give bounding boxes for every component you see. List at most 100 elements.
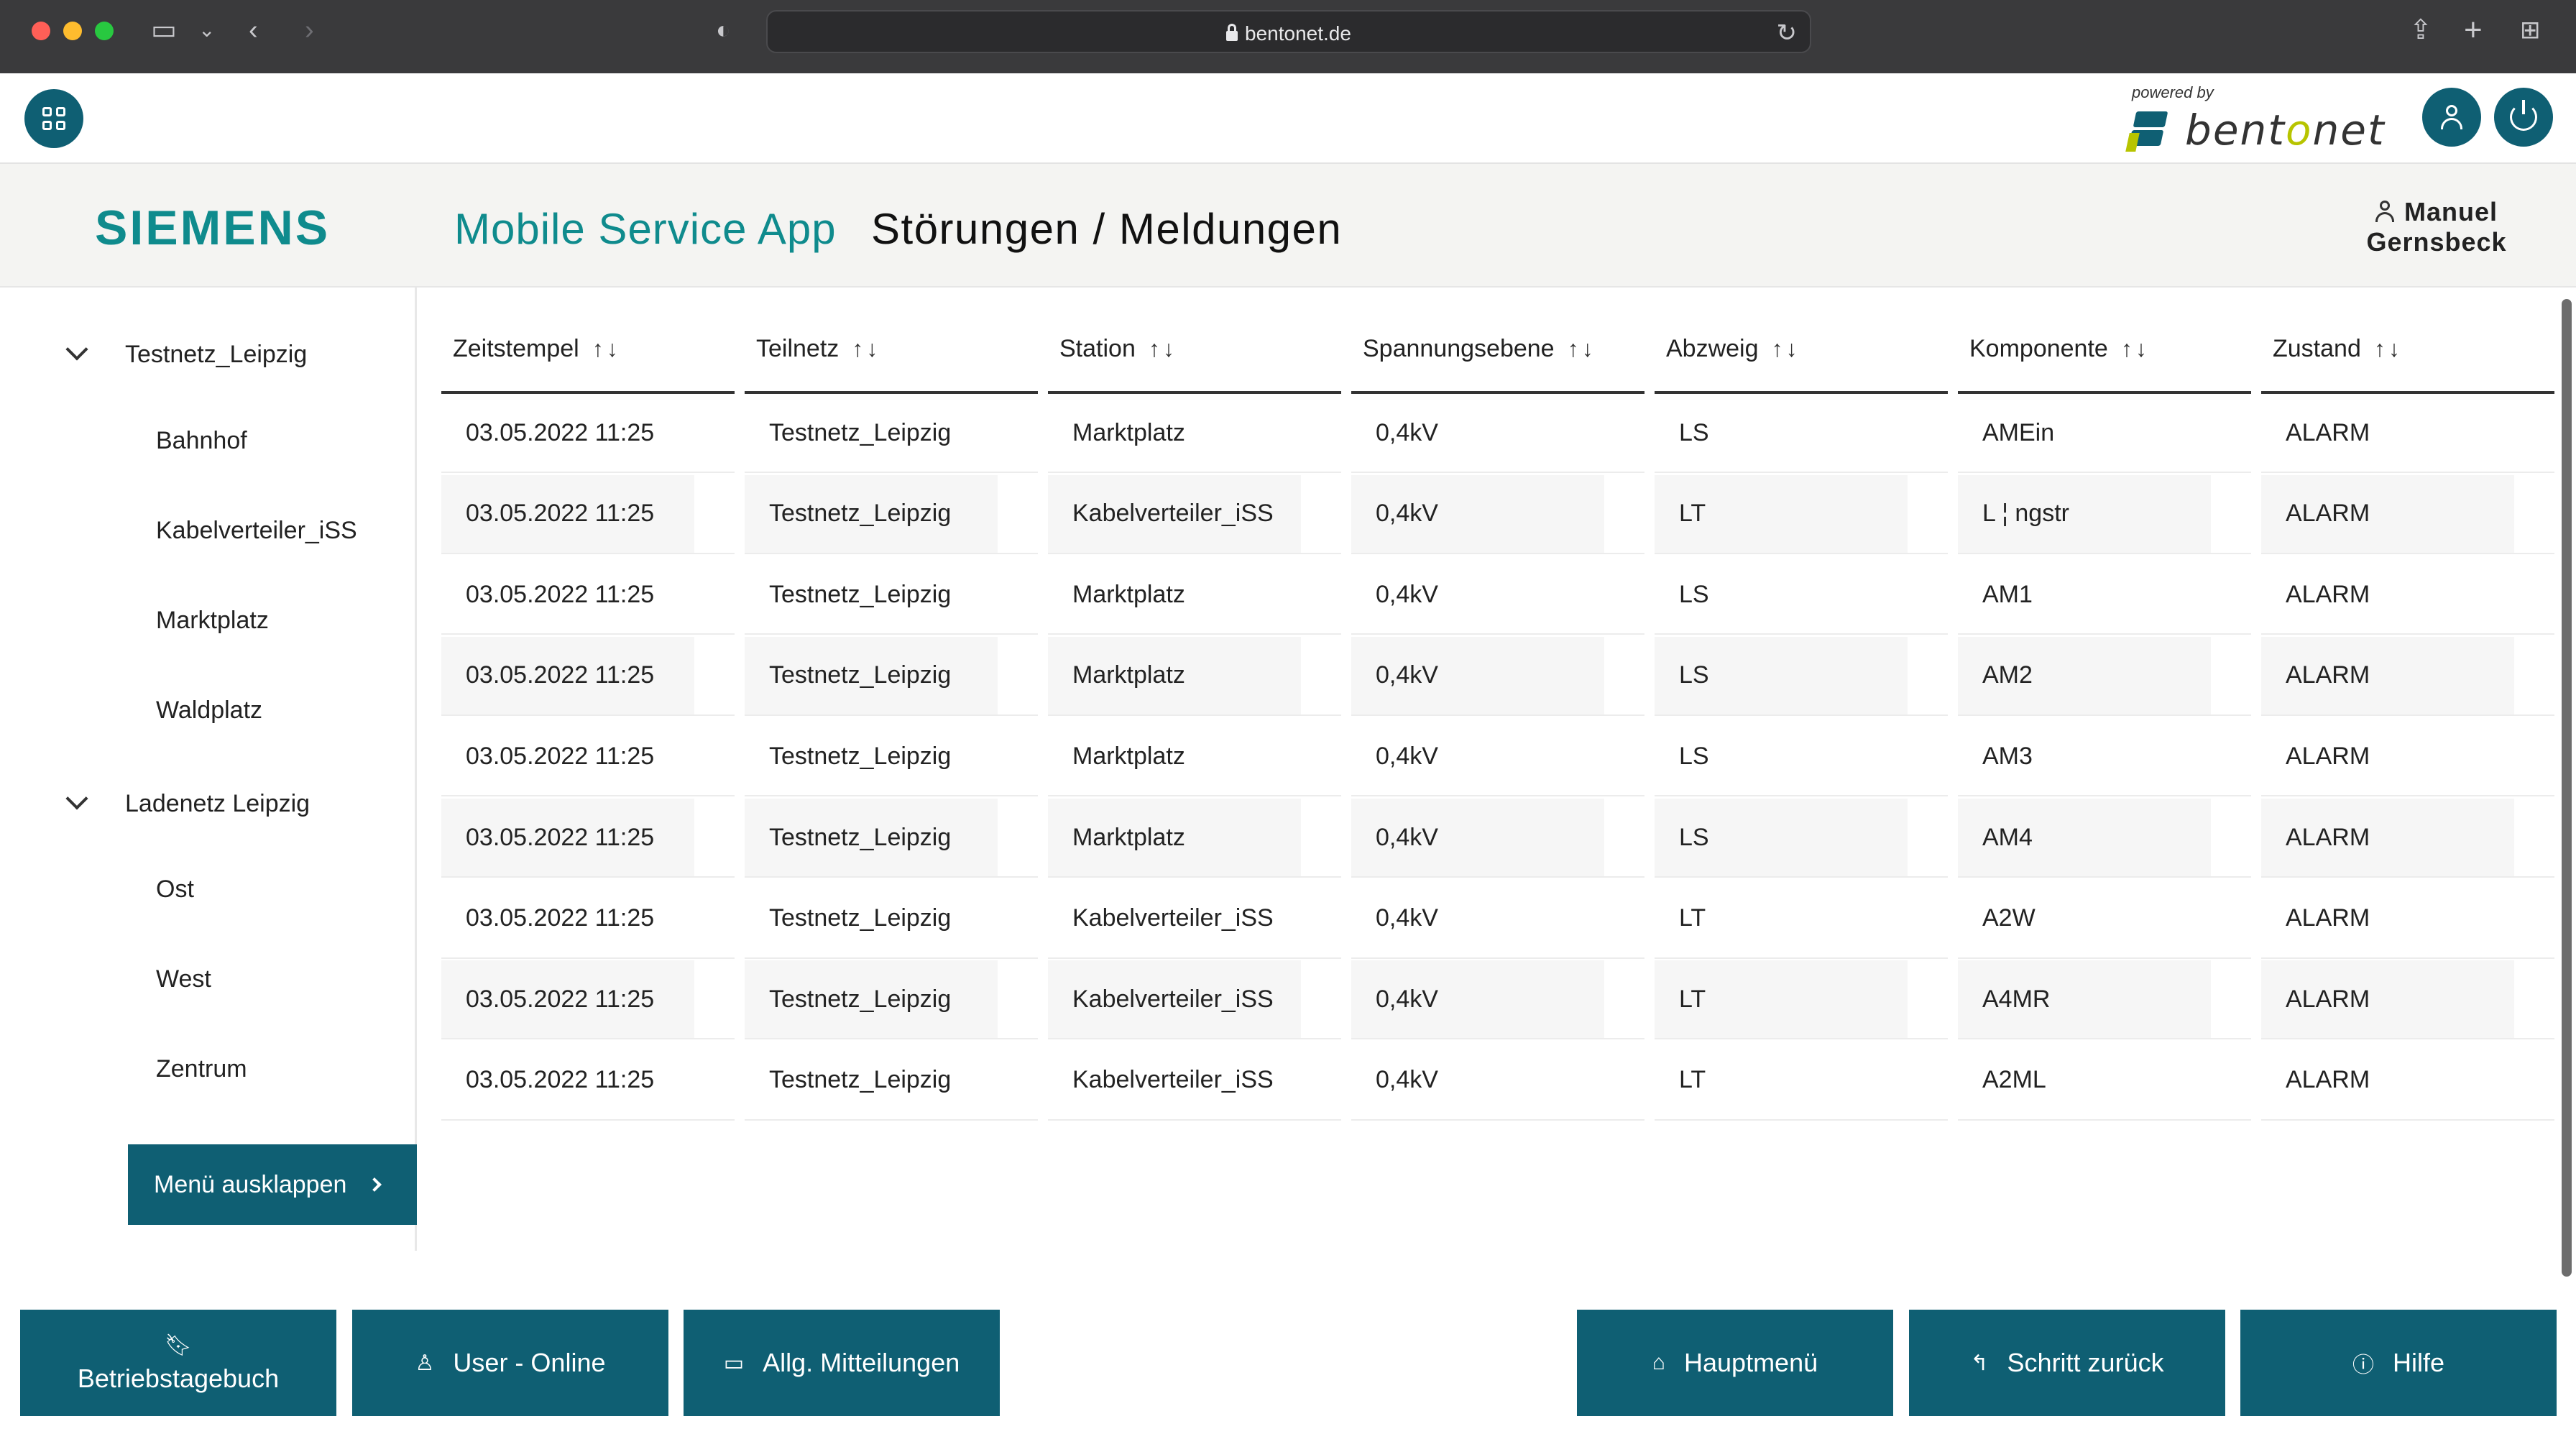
- lock-icon: [1226, 24, 1238, 41]
- tree-item-zentrum[interactable]: Zentrum: [156, 1055, 247, 1083]
- general-messages-button[interactable]: ▭ Allg. Mitteilungen: [684, 1310, 1000, 1416]
- sort-icon[interactable]: ↑ ↓: [1149, 337, 1174, 360]
- page-scrollbar[interactable]: [2562, 299, 2572, 1277]
- address-bar[interactable]: bentonet.de ↻: [766, 10, 1811, 53]
- table-cell-spannungsebene: 0,4kV: [1351, 474, 1644, 554]
- logbook-button[interactable]: 🔖︎ Betriebstagebuch: [20, 1310, 336, 1416]
- table-cell-zeitstempel: 03.05.2022 11:25: [441, 960, 735, 1040]
- expand-menu-button[interactable]: Menü ausklappen: [128, 1144, 417, 1225]
- table-cell-komponente: AMEin: [1958, 394, 2251, 473]
- apps-grid-button[interactable]: [24, 89, 83, 148]
- table-cell-zustand: ALARM: [2261, 799, 2554, 878]
- table-cell-abzweig: LS: [1655, 636, 1948, 716]
- table-cell-station: Kabelverteiler_iSS: [1048, 1042, 1341, 1121]
- user-online-button[interactable]: ♙ User - Online: [352, 1310, 668, 1416]
- tree-group-testnetz[interactable]: Testnetz_Leipzig: [65, 337, 308, 369]
- sort-icon[interactable]: ↑ ↓: [1568, 337, 1593, 360]
- table-cell-abzweig: LT: [1655, 960, 1948, 1040]
- table-cell-zustand: ALARM: [2261, 880, 2554, 959]
- app-root: ▭ ⌄ ‹ › ◐ bentonet.de ↻ ⇪ + ⊞ powered by…: [0, 0, 2576, 1452]
- table-row[interactable]: 03.05.2022 11:25 Testnetz_Leipzig Marktpla…: [441, 556, 2559, 636]
- new-tab-icon[interactable]: +: [2464, 14, 2483, 46]
- privacy-shield-icon[interactable]: ◐: [716, 16, 731, 45]
- chevron-down-icon[interactable]: [65, 786, 88, 810]
- table-cell-teilnetz: Testnetz_Leipzig: [745, 880, 1038, 959]
- back-arrow-icon[interactable]: ‹: [249, 16, 258, 45]
- table-cell-teilnetz: Testnetz_Leipzig: [745, 799, 1038, 878]
- back-arrow-icon: ↰: [1970, 1351, 1989, 1375]
- logbook-label: Betriebstagebuch: [77, 1363, 280, 1393]
- table-row[interactable]: 03.05.2022 11:25 Testnetz_Leipzig Marktpla…: [441, 394, 2559, 474]
- page-title: Störungen / Meldungen: [871, 205, 1343, 253]
- current-user[interactable]: Manuel Gernsbeck: [2350, 197, 2523, 257]
- table-cell-zeitstempel: 03.05.2022 11:25: [441, 717, 735, 797]
- chevron-down-icon[interactable]: [65, 337, 88, 361]
- sort-icon[interactable]: ↑ ↓: [2374, 337, 2400, 360]
- column-header-spannungsebene[interactable]: Spannungsebene ↑ ↓: [1351, 316, 1644, 394]
- tree-item-waldplatz[interactable]: Waldplatz: [156, 697, 262, 725]
- tab-overview-icon[interactable]: ⊞: [2520, 16, 2541, 45]
- table-cell-zeitstempel: 03.05.2022 11:25: [441, 556, 735, 635]
- forward-arrow-icon[interactable]: ›: [305, 16, 314, 45]
- table-cell-komponente: AM3: [1958, 717, 2251, 797]
- sidebar-toggle-icon[interactable]: ▭: [151, 16, 177, 45]
- reload-icon[interactable]: ↻: [1777, 19, 1798, 47]
- table-cell-station: Marktplatz: [1048, 636, 1341, 716]
- table-cell-komponente: AM4: [1958, 799, 2251, 878]
- tree-group-ladenetz[interactable]: Ladenetz Leipzig: [65, 786, 310, 818]
- logout-button[interactable]: [2494, 88, 2553, 147]
- tree-item-bahnhof[interactable]: Bahnhof: [156, 427, 247, 455]
- table-cell-komponente: A4MR: [1958, 960, 2251, 1040]
- table-cell-zustand: ALARM: [2261, 960, 2554, 1040]
- column-header-zeitstempel[interactable]: Zeitstempel ↑ ↓: [441, 316, 735, 394]
- zoom-window-button[interactable]: [95, 22, 114, 40]
- sort-icon[interactable]: ↑ ↓: [852, 337, 878, 360]
- table-cell-abzweig: LT: [1655, 1042, 1948, 1121]
- help-button[interactable]: ⓘ Hilfe: [2240, 1310, 2557, 1416]
- tree-group-label: Testnetz_Leipzig: [125, 341, 308, 368]
- table-cell-teilnetz: Testnetz_Leipzig: [745, 474, 1038, 554]
- table-cell-abzweig: LT: [1655, 474, 1948, 554]
- table-cell-zeitstempel: 03.05.2022 11:25: [441, 880, 735, 959]
- column-header-abzweig[interactable]: Abzweig ↑ ↓: [1655, 316, 1948, 394]
- table-cell-teilnetz: Testnetz_Leipzig: [745, 556, 1038, 635]
- table-cell-spannungsebene: 0,4kV: [1351, 880, 1644, 959]
- main-menu-button[interactable]: ⌂ Hauptmenü: [1577, 1310, 1893, 1416]
- sort-icon[interactable]: ↑ ↓: [2121, 337, 2147, 360]
- table-cell-station: Marktplatz: [1048, 717, 1341, 797]
- close-window-button[interactable]: [32, 22, 50, 40]
- table-cell-teilnetz: Testnetz_Leipzig: [745, 717, 1038, 797]
- table-row[interactable]: 03.05.2022 11:25 Testnetz_Leipzig Marktpla…: [441, 717, 2559, 798]
- table-row[interactable]: 03.05.2022 11:25 Testnetz_Leipzig Marktpla…: [441, 636, 2559, 717]
- table-cell-station: Kabelverteiler_iSS: [1048, 880, 1341, 959]
- table-row[interactable]: 03.05.2022 11:25 Testnetz_Leipzig Kabelver…: [441, 880, 2559, 960]
- tree-item-ost[interactable]: Ost: [156, 876, 194, 904]
- column-header-komponente[interactable]: Komponente ↑ ↓: [1958, 316, 2251, 394]
- tree-item-marktplatz[interactable]: Marktplatz: [156, 607, 269, 635]
- column-header-teilnetz[interactable]: Teilnetz ↑ ↓: [745, 316, 1038, 394]
- table-cell-abzweig: LS: [1655, 556, 1948, 635]
- tree-item-west[interactable]: West: [156, 965, 211, 993]
- table-cell-zeitstempel: 03.05.2022 11:25: [441, 1042, 735, 1121]
- siemens-logo: SIEMENS: [95, 201, 331, 255]
- bentonet-mark-icon: [2125, 107, 2175, 153]
- sort-icon[interactable]: ↑ ↓: [592, 337, 618, 360]
- column-header-station[interactable]: Station ↑ ↓: [1048, 316, 1341, 394]
- user-last-name: Gernsbeck: [2366, 227, 2507, 257]
- table-cell-zustand: ALARM: [2261, 717, 2554, 797]
- profile-button[interactable]: [2422, 88, 2481, 147]
- sort-icon[interactable]: ↑ ↓: [1772, 337, 1798, 360]
- tree-item-kabelverteiler[interactable]: Kabelverteiler_iSS: [156, 517, 357, 545]
- chevron-down-icon[interactable]: ⌄: [198, 16, 215, 45]
- message-icon: ▭: [723, 1351, 745, 1375]
- table-row[interactable]: 03.05.2022 11:25 Testnetz_Leipzig Kabelver…: [441, 1042, 2559, 1122]
- step-back-button[interactable]: ↰ Schritt zurück: [1909, 1310, 2225, 1416]
- table-cell-abzweig: LS: [1655, 717, 1948, 797]
- column-header-zustand[interactable]: Zustand ↑ ↓: [2261, 316, 2554, 394]
- table-cell-zeitstempel: 03.05.2022 11:25: [441, 474, 735, 554]
- share-icon[interactable]: ⇪: [2409, 16, 2432, 45]
- table-row[interactable]: 03.05.2022 11:25 Testnetz_Leipzig Marktpla…: [441, 799, 2559, 879]
- table-row[interactable]: 03.05.2022 11:25 Testnetz_Leipzig Kabelver…: [441, 474, 2559, 556]
- minimize-window-button[interactable]: [63, 22, 82, 40]
- table-row[interactable]: 03.05.2022 11:25 Testnetz_Leipzig Kabelver…: [441, 960, 2559, 1041]
